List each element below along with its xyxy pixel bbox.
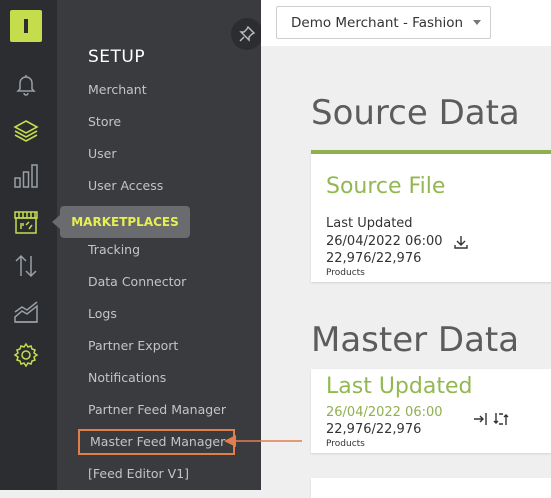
annotation-arrow (224, 435, 302, 447)
master-date: 26/04/2022 06:00 (326, 405, 443, 420)
menu-item-store[interactable]: Store (88, 114, 121, 129)
pin-button[interactable] (231, 18, 263, 50)
bell-icon[interactable] (12, 70, 40, 98)
download-icon[interactable] (453, 234, 469, 250)
master-data-card[interactable]: Last Updated 26/04/2022 06:00 22,976/22,… (311, 369, 551, 453)
menu-item-data-connector[interactable]: Data Connector (88, 274, 186, 289)
menu-item-notifications[interactable]: Notifications (88, 370, 166, 385)
menu-item-partner-feed-manager[interactable]: Partner Feed Manager (88, 402, 226, 417)
sync-icon[interactable] (493, 411, 509, 427)
master-card-title: Last Updated (326, 374, 473, 399)
next-card (311, 478, 551, 498)
app-logo[interactable] (10, 10, 42, 42)
transfer-icon[interactable] (12, 252, 40, 280)
setup-flyout: SETUP Merchant Store User User Access Tr… (57, 0, 261, 490)
menu-item-user[interactable]: User (88, 146, 117, 161)
import-icon[interactable] (473, 411, 489, 427)
master-products-label: Products (326, 439, 365, 449)
menu-item-feed-editor-v1[interactable]: [Feed Editor V1] (88, 466, 189, 481)
store-icon[interactable] (12, 208, 40, 236)
master-product-count: 22,976/22,976 (326, 422, 422, 437)
menu-item-tracking[interactable]: Tracking (88, 242, 140, 257)
source-file-title: Source File (326, 174, 446, 199)
menu-item-master-feed-manager[interactable]: Master Feed Manager (78, 429, 236, 455)
menu-item-partner-export[interactable]: Partner Export (88, 338, 178, 353)
area-chart-icon[interactable] (12, 298, 40, 326)
menu-item-logs[interactable]: Logs (88, 306, 117, 321)
source-last-updated-label: Last Updated (326, 216, 413, 231)
marketplaces-tooltip: MARKETPLACES (52, 206, 190, 238)
pin-icon (239, 25, 256, 42)
gear-icon[interactable] (12, 341, 40, 369)
source-data-heading: Source Data (311, 93, 520, 133)
menu-item-merchant[interactable]: Merchant (88, 82, 147, 97)
merchant-select-value: Demo Merchant - Fashion (291, 15, 464, 31)
source-product-count: 22,976/22,976 (326, 251, 422, 266)
setup-title: SETUP (88, 47, 146, 67)
icon-rail (0, 0, 57, 490)
bar-chart-icon[interactable] (12, 162, 40, 190)
chevron-down-icon (473, 20, 481, 25)
master-data-heading: Master Data (311, 320, 520, 360)
menu-item-user-access[interactable]: User Access (88, 178, 163, 193)
layers-icon[interactable] (12, 116, 40, 144)
source-products-label: Products (326, 268, 365, 278)
source-file-card[interactable]: Source File Last Updated 26/04/2022 06:0… (311, 150, 551, 282)
source-date: 26/04/2022 06:00 (326, 234, 443, 249)
merchant-select[interactable]: Demo Merchant - Fashion (276, 6, 491, 39)
